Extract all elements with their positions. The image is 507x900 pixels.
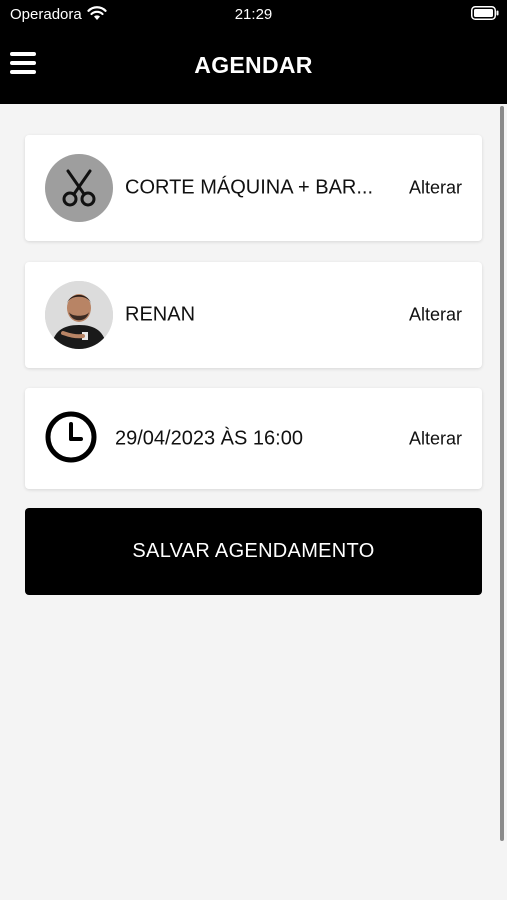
status-bar: Operadora 21:29: [0, 0, 507, 28]
datetime-text: 29/04/2023 ÀS 16:00: [115, 427, 303, 449]
service-card: CORTE MÁQUINA + BAR... Alterar: [25, 135, 482, 241]
service-name: CORTE MÁQUINA + BAR...: [125, 176, 374, 199]
status-time: 21:29: [234, 6, 273, 23]
battery-icon: [471, 6, 499, 20]
top-navigation-bar: AGENDAR: [0, 28, 507, 104]
change-datetime-link[interactable]: Alterar: [409, 428, 462, 449]
barber-name: RENAN: [125, 303, 196, 326]
change-service-link[interactable]: Alterar: [409, 178, 462, 199]
barber-avatar: [45, 281, 113, 349]
scrollbar[interactable]: [500, 106, 504, 841]
barber-card: RENAN Alterar: [25, 262, 482, 368]
scissors-icon: [62, 169, 96, 207]
service-avatar: [45, 154, 113, 222]
change-barber-link[interactable]: Alterar: [409, 305, 462, 326]
clock-icon: [45, 411, 97, 463]
datetime-card: 29/04/2023 ÀS 16:00 Alterar: [25, 388, 482, 489]
barber-photo: [45, 281, 113, 349]
page-title: AGENDAR: [194, 52, 313, 78]
save-appointment-button[interactable]: SALVAR AGENDAMENTO: [25, 508, 482, 595]
